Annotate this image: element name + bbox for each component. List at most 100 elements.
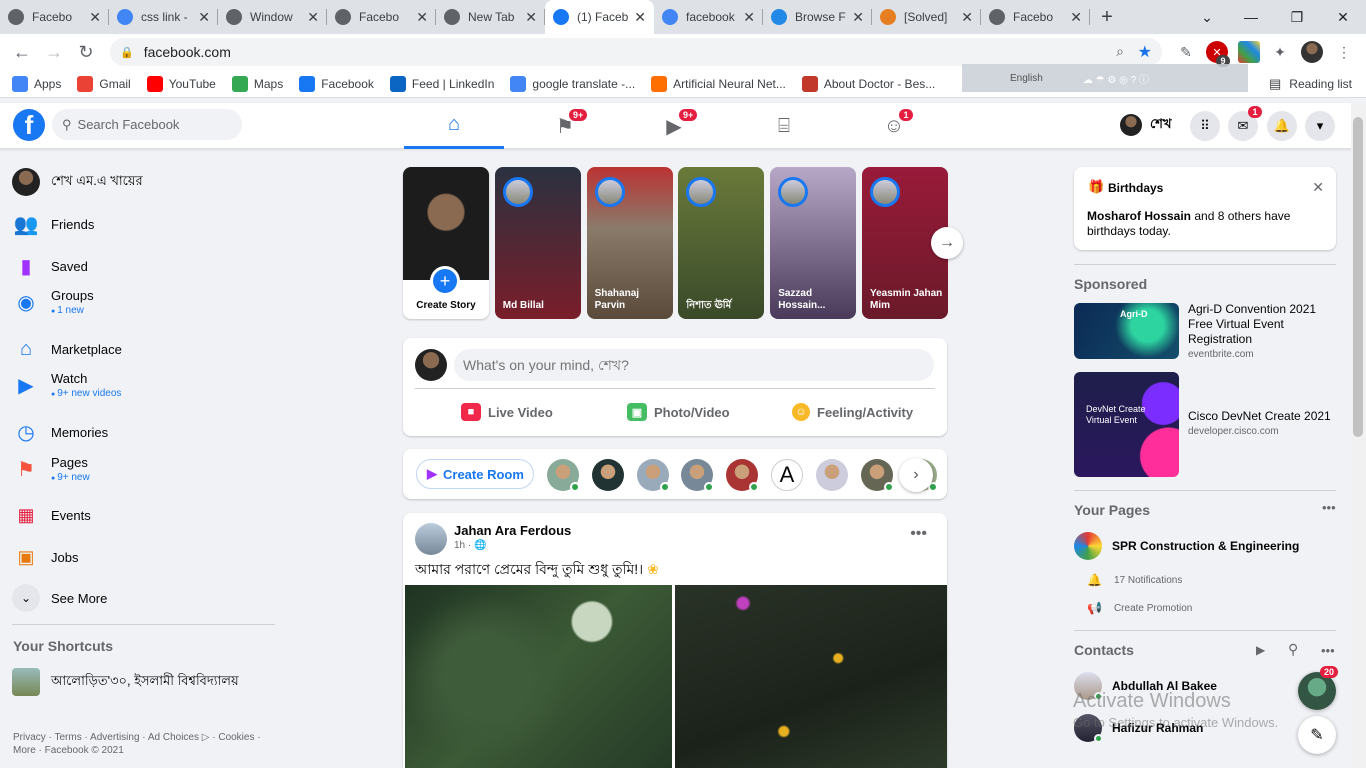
close-tab-icon[interactable]: ✕	[634, 9, 646, 26]
post-photo-2[interactable]	[675, 585, 947, 768]
feeling-activity-button[interactable]: ☺ Feeling/Activity	[792, 403, 913, 421]
story-card[interactable]: + Create Story	[403, 167, 489, 319]
tab-search-icon[interactable]: ⌄	[1184, 0, 1230, 34]
stories-next-button[interactable]: →	[931, 227, 963, 259]
post-time[interactable]: 1h	[454, 540, 465, 551]
profile-avatar-icon[interactable]	[1301, 41, 1323, 63]
facebook-logo-icon[interactable]: f	[13, 109, 45, 141]
close-tab-icon[interactable]: ✕	[1070, 9, 1082, 26]
room-contact-avatar[interactable]	[636, 459, 670, 492]
browser-tab[interactable]: Facebo ✕	[0, 0, 109, 34]
ad-image-1[interactable]: Agri-D	[1074, 303, 1179, 359]
sidebar-item[interactable]: ▦ Events	[12, 501, 90, 529]
new-tab-button[interactable]: +	[1090, 0, 1124, 34]
eyedropper-extension-icon[interactable]: ✎	[1175, 41, 1197, 63]
room-contact-avatar[interactable]	[681, 459, 715, 492]
contacts-search-icon[interactable]: ⚲	[1288, 641, 1298, 658]
close-tab-icon[interactable]: ✕	[307, 9, 319, 26]
sidebar-item[interactable]: ▮ Saved	[12, 252, 87, 280]
browser-tab[interactable]: [Solved] ✕	[872, 0, 981, 34]
chrome-menu-icon[interactable]: ⋮	[1333, 41, 1355, 63]
close-tab-icon[interactable]: ✕	[416, 9, 428, 26]
tab-groups[interactable]: ☺	[844, 103, 944, 149]
footer-links[interactable]: Privacy · Terms · Advertising · Ad Choic…	[13, 731, 261, 757]
menu-grid-button[interactable]: ⠿	[1190, 111, 1220, 141]
close-tab-icon[interactable]: ✕	[525, 9, 537, 26]
author-avatar[interactable]	[415, 523, 447, 555]
address-bar[interactable]: 🔒 facebook.com ⌕ ★	[110, 38, 1162, 66]
sidebar-item[interactable]: শেখ এম.এ খায়ের	[12, 168, 143, 196]
room-contact-avatar[interactable]	[726, 459, 760, 492]
room-contact-avatar[interactable]	[591, 459, 624, 491]
create-room-button[interactable]: ▶ Create Room	[416, 459, 534, 489]
reading-list-button[interactable]: ▤ Reading list	[1269, 76, 1352, 92]
bookmark-item[interactable]: google translate -...	[510, 75, 635, 92]
tab-home[interactable]: ⌂	[404, 103, 504, 149]
bookmark-item[interactable]: YouTube	[146, 75, 216, 92]
sidebar-item[interactable]: 👥 Friends	[12, 210, 95, 238]
sidebar-item[interactable]: ⌂ Marketplace	[12, 335, 122, 363]
new-message-button[interactable]: ✎	[1298, 716, 1336, 754]
browser-tab[interactable]: css link - ✕	[109, 0, 218, 34]
tab-pages[interactable]: ⚑	[515, 103, 615, 149]
color-extension-icon[interactable]	[1238, 41, 1260, 63]
close-tab-icon[interactable]: ✕	[743, 9, 755, 26]
room-contact-avatar[interactable]	[547, 459, 580, 492]
story-card[interactable]: Shahanaj Parvin	[586, 167, 673, 319]
browser-tab[interactable]: (1) Faceb ✕	[545, 0, 654, 34]
forward-button[interactable]: →	[38, 36, 70, 68]
sidebar-item[interactable]: ◉ Groups 1 new	[12, 288, 93, 316]
close-tab-icon[interactable]: ✕	[198, 9, 210, 26]
sidebar-item[interactable]: ◷ Memories	[12, 418, 108, 446]
close-icon[interactable]: ✕	[1312, 179, 1324, 196]
bookmark-star-icon[interactable]: ★	[1138, 42, 1152, 62]
ad-text-1[interactable]: Agri-D Convention 2021 Free Virtual Even…	[1188, 302, 1338, 362]
maximize-button[interactable]: ❐	[1274, 0, 1320, 34]
bookmark-item[interactable]: About Doctor - Bes...	[801, 75, 935, 92]
tab-watch[interactable]: ▶	[624, 103, 724, 149]
bookmark-item[interactable]: Apps	[12, 75, 61, 92]
extensions-puzzle-icon[interactable]: ✦	[1269, 41, 1291, 63]
page-item[interactable]: SPR Construction & Engineering	[1074, 532, 1299, 560]
post-options-icon[interactable]: •••	[910, 525, 927, 543]
room-contact-avatar[interactable]	[860, 459, 894, 492]
browser-tab[interactable]: Facebo ✕	[327, 0, 436, 34]
close-tab-icon[interactable]: ✕	[961, 9, 973, 26]
tab-marketplace[interactable]: ⌸	[734, 103, 834, 149]
close-tab-icon[interactable]: ✕	[852, 9, 864, 26]
account-menu-button[interactable]: ▾	[1305, 111, 1335, 141]
shortcut-item[interactable]: আলোড়িত'৩০, ইসলামী বিশ্ববিদ্যালয়	[12, 668, 239, 696]
rooms-next-button[interactable]: ›	[899, 458, 933, 492]
live-video-button[interactable]: ■ Live Video	[461, 403, 553, 421]
whats-on-your-mind-input[interactable]	[454, 349, 934, 381]
post-photo-1[interactable]	[405, 585, 672, 768]
bookmark-item[interactable]: Artificial Neural Net...	[651, 75, 786, 92]
browser-tab[interactable]: facebook ✕	[654, 0, 763, 34]
contacts-options-icon[interactable]: •••	[1321, 643, 1335, 658]
story-card[interactable]: Sazzad Hossain...	[770, 167, 857, 319]
room-contact-avatar[interactable]: A	[771, 459, 803, 491]
sidebar-item[interactable]: ▶ Watch 9+ new videos	[12, 371, 121, 399]
bookmark-item[interactable]: Maps	[231, 75, 283, 92]
close-window-button[interactable]: ✕	[1320, 0, 1366, 34]
pages-options-icon[interactable]: •••	[1322, 500, 1336, 515]
search-input[interactable]: ⚲ Search Facebook	[52, 109, 242, 140]
page-scrollbar[interactable]	[1351, 103, 1366, 768]
profile-shortcut[interactable]: শেখ	[1120, 114, 1172, 136]
photo-video-button[interactable]: ▣ Photo/Video	[627, 403, 730, 421]
ad-image-2[interactable]: DevNet Create Virtual Event	[1074, 372, 1179, 477]
bookmark-item[interactable]: Feed | LinkedIn	[389, 75, 494, 92]
zoom-icon[interactable]: ⌕	[1116, 43, 1124, 60]
story-card[interactable]: Md Billal	[494, 167, 581, 319]
sidebar-item[interactable]: ▣ Jobs	[12, 543, 78, 571]
create-promotion-link[interactable]: 📢 Create Promotion	[1087, 601, 1192, 615]
bookmark-item[interactable]: Gmail	[77, 75, 131, 92]
video-room-icon[interactable]: ▶	[1256, 643, 1265, 657]
browser-tab[interactable]: New Tab ✕	[436, 0, 545, 34]
back-button[interactable]: ←	[6, 36, 38, 68]
browser-tab[interactable]: Browse F ✕	[763, 0, 872, 34]
sidebar-item[interactable]: ⚑ Pages 9+ new	[12, 455, 90, 483]
story-card[interactable]: নিশাত ঊর্মি	[678, 167, 765, 319]
minimize-button[interactable]: —	[1228, 0, 1274, 34]
ad-text-2[interactable]: Cisco DevNet Create 2021 developer.cisco.…	[1188, 409, 1338, 439]
